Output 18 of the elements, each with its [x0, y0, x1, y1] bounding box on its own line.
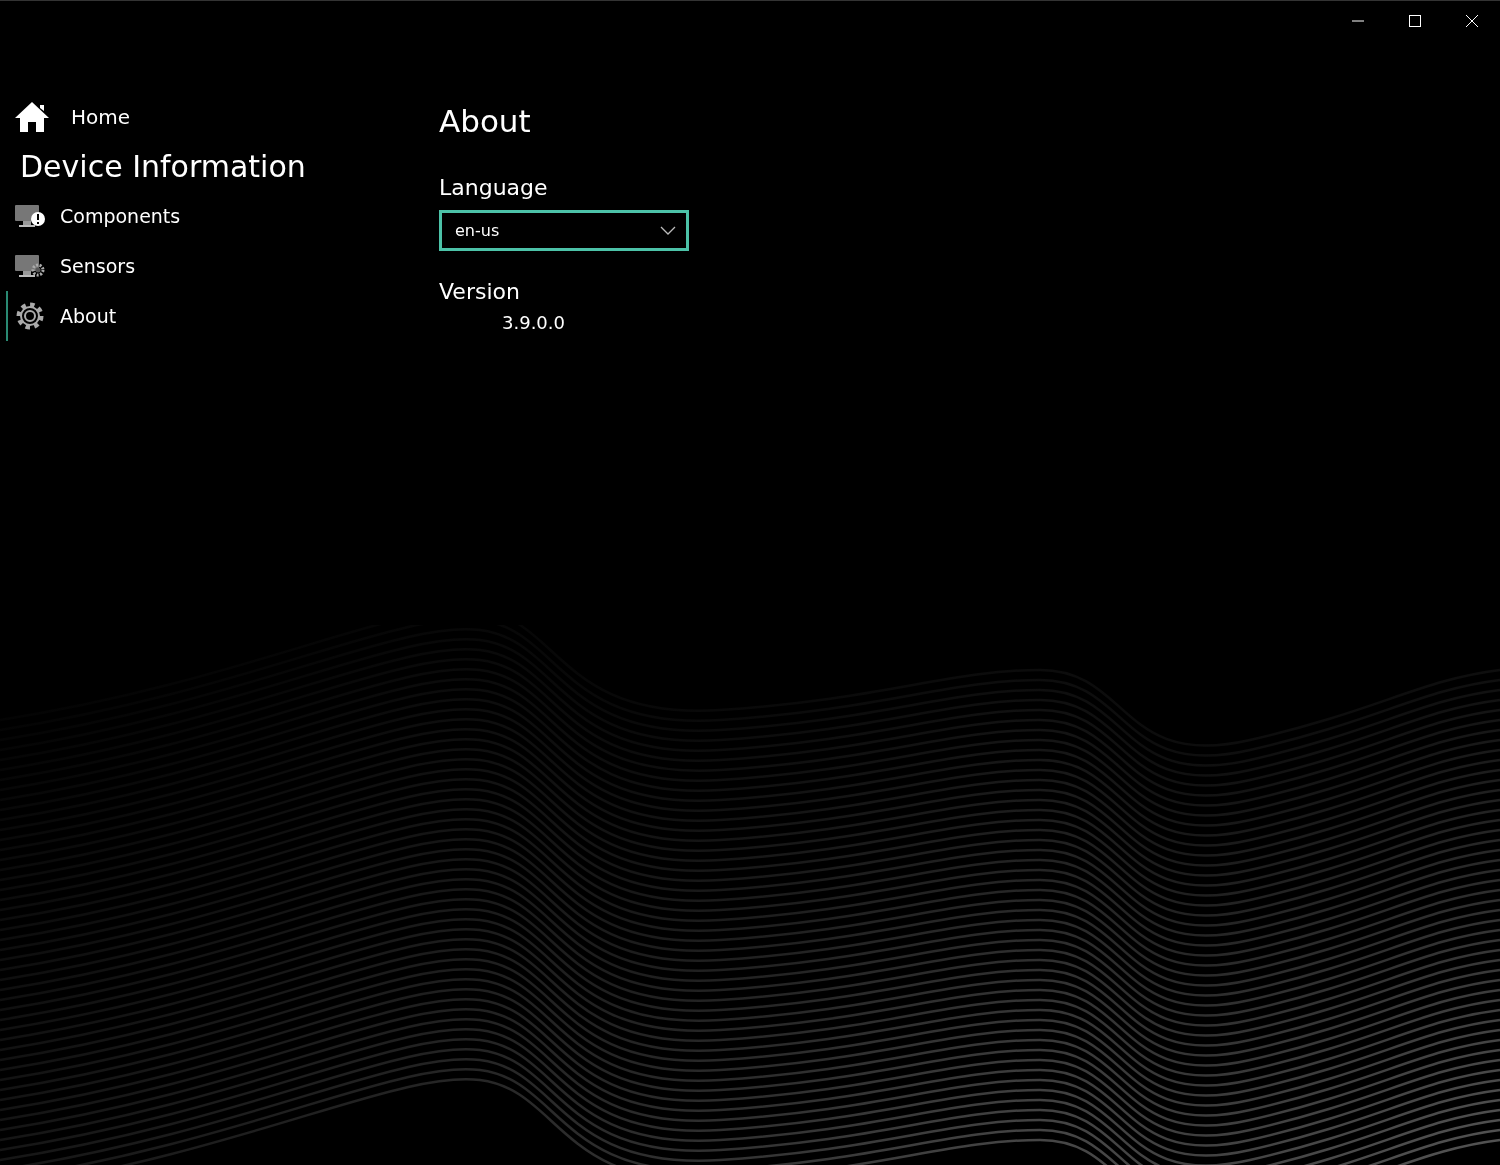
minimize-icon[interactable] — [1351, 20, 1364, 22]
gear-icon — [14, 300, 46, 332]
page-title: About — [439, 102, 532, 141]
version-value: 3.9.0.0 — [501, 312, 566, 333]
sidebar-title: Device Information — [19, 149, 307, 186]
version-label: Version — [439, 279, 521, 304]
house-icon — [14, 101, 50, 133]
nav-item[interactable]: About — [6, 291, 439, 341]
language-label: Language — [439, 175, 549, 200]
maximize-icon[interactable] — [1408, 15, 1421, 27]
close-icon[interactable] — [1465, 15, 1478, 27]
nav-item[interactable]: Components — [6, 191, 439, 241]
monitor-warning-icon — [14, 203, 46, 229]
chevron-down-icon — [660, 226, 676, 235]
home-link[interactable]: Home — [0, 99, 439, 135]
monitor-gear-icon — [14, 253, 46, 279]
language-dropdown[interactable]: en-us — [439, 210, 689, 251]
nav-item[interactable]: Sensors — [6, 241, 439, 291]
